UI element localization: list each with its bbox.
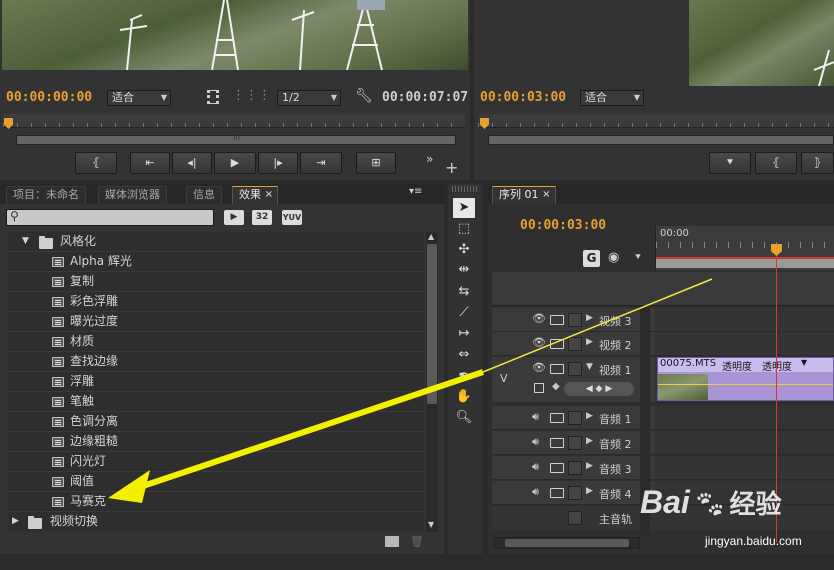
watermark-url: jingyan.baidu.com <box>705 534 802 548</box>
watermark-brand-2: 经验 <box>729 489 782 519</box>
arrow-guide-line <box>482 278 713 373</box>
baidu-watermark: Bai 🐾︎ 经验 <box>640 484 782 521</box>
arrow-head <box>108 470 150 503</box>
watermark-brand: Bai <box>640 484 690 520</box>
arrow-shaft <box>139 369 484 490</box>
paw-icon: 🐾︎ <box>693 489 727 519</box>
